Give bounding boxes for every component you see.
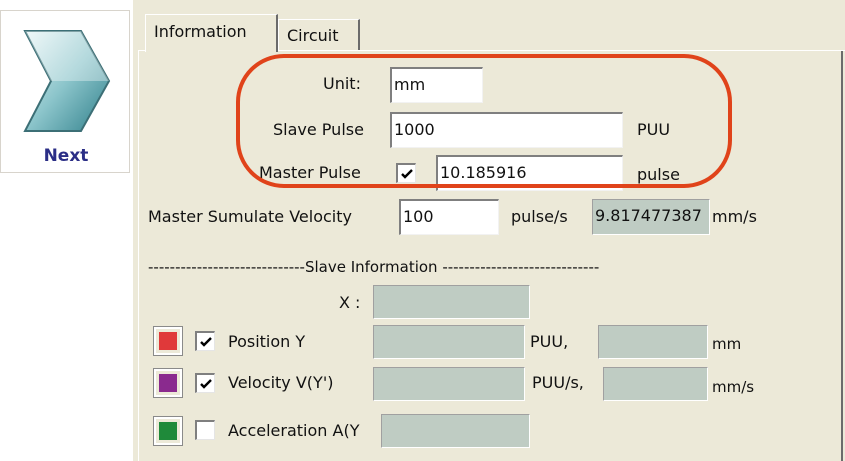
- next-label: Next: [43, 146, 89, 166]
- acceleration-field: [381, 414, 530, 448]
- position-y-puu-unit: PUU,: [530, 332, 569, 351]
- acceleration-label: Acceleration A(Y: [228, 421, 360, 440]
- x-field: [373, 285, 530, 319]
- position-y-mm-field: [598, 325, 708, 359]
- velocity-color-swatch[interactable]: [153, 368, 183, 398]
- checkmark-icon: [401, 169, 413, 179]
- velocity-mms-unit: mm/s: [712, 378, 755, 396]
- tab-information[interactable]: Information: [145, 14, 278, 52]
- velocity-label: Velocity V(Y'): [228, 373, 334, 392]
- master-velocity-unit: pulse/s: [511, 207, 568, 226]
- position-y-label: Position Y: [228, 332, 306, 351]
- x-label: X :: [339, 293, 361, 312]
- position-y-color-swatch[interactable]: [153, 326, 183, 356]
- master-pulse-checkbox[interactable]: [396, 163, 416, 183]
- checkmark-icon: [200, 337, 212, 347]
- velocity-checkbox[interactable]: [195, 373, 215, 393]
- checkmark-icon: [200, 379, 212, 389]
- acceleration-checkbox[interactable]: [195, 420, 215, 440]
- position-y-puu-field: [373, 325, 525, 359]
- right-arrow-icon: [23, 30, 111, 132]
- velocity-puu-unit: PUU/s,: [532, 373, 584, 392]
- unit-field[interactable]: mm: [390, 67, 483, 103]
- next-button[interactable]: Next: [0, 10, 130, 173]
- master-velocity-computed-unit: mm/s: [712, 207, 757, 226]
- velocity-mms-field: [603, 367, 708, 401]
- acceleration-color-swatch[interactable]: [153, 416, 183, 446]
- slave-pulse-unit: PUU: [637, 120, 671, 139]
- master-velocity-computed: 9.817477387: [592, 199, 710, 235]
- master-velocity-field[interactable]: 100: [399, 199, 499, 235]
- velocity-puu-field: [373, 367, 525, 401]
- master-velocity-label: Master Sumulate Velocity: [148, 207, 352, 226]
- position-y-mm-unit: mm: [712, 335, 742, 353]
- master-pulse-field[interactable]: 10.185916: [436, 155, 623, 191]
- slave-information-divider: -----------------------------Slave Infor…: [148, 258, 600, 276]
- slave-pulse-label: Slave Pulse: [273, 120, 364, 139]
- slave-pulse-field[interactable]: 1000: [390, 112, 623, 148]
- unit-label: Unit:: [323, 74, 361, 93]
- master-pulse-unit: pulse: [637, 165, 680, 184]
- master-pulse-label: Master Pulse: [259, 163, 361, 182]
- position-y-checkbox[interactable]: [195, 331, 215, 351]
- tab-circuit[interactable]: Circuit: [278, 19, 360, 51]
